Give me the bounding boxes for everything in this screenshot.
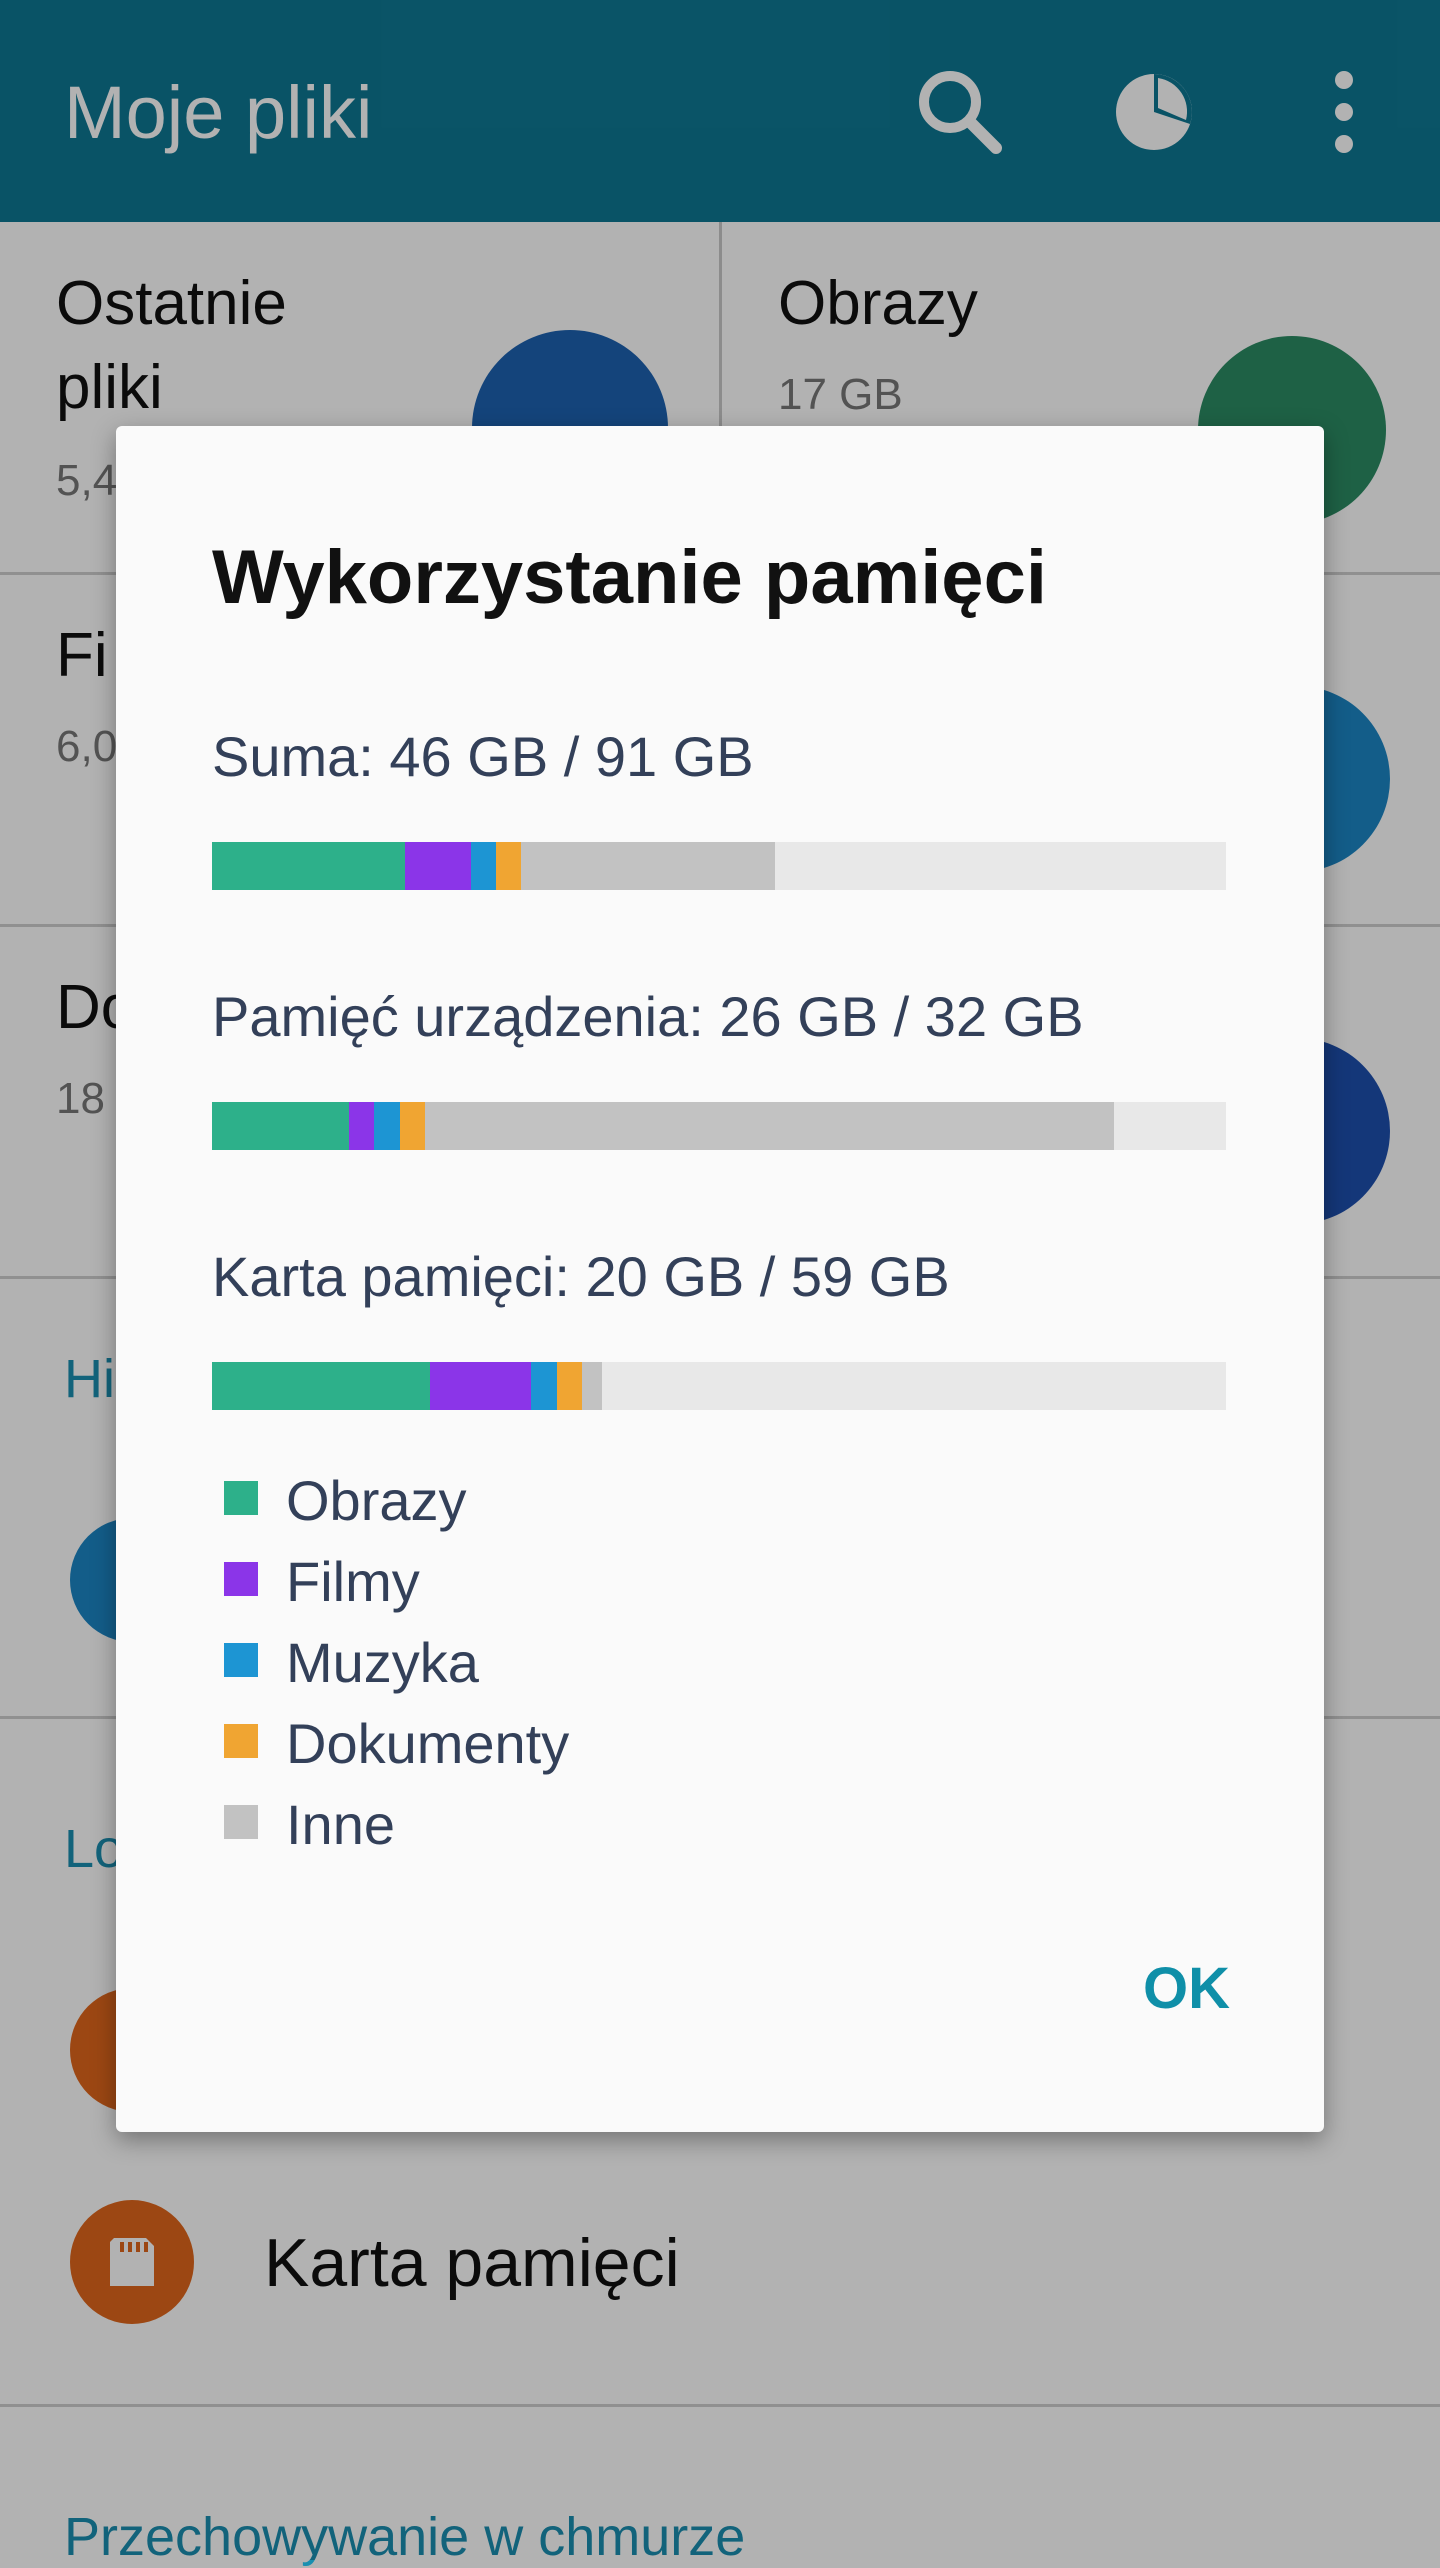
usage-segment-muzyka	[374, 1102, 400, 1150]
usage-segment-filmy	[430, 1362, 532, 1410]
legend-item-images: Obrazy	[224, 1460, 569, 1541]
usage-segment-inne	[424, 1102, 1115, 1150]
usage-segment-obrazy	[212, 842, 405, 890]
usage-segment-muzyka	[470, 842, 496, 890]
sd-card-usage-label: Karta pamięci: 20 GB / 59 GB	[212, 1245, 950, 1308]
legend-item-videos: Filmy	[224, 1541, 569, 1622]
legend-label: Inne	[286, 1793, 395, 1856]
legend-swatch	[224, 1642, 258, 1677]
usage-segment-obrazy	[212, 1102, 349, 1150]
device-usage-label: Pamięć urządzenia: 26 GB / 32 GB	[212, 985, 1084, 1048]
legend-swatch	[224, 1480, 258, 1515]
usage-segment-muzyka	[531, 1362, 557, 1410]
legend-swatch	[224, 1561, 258, 1596]
total-usage-bar	[212, 842, 1226, 890]
usage-segment-inne	[582, 1362, 603, 1410]
sd-card-usage-bar	[212, 1362, 1226, 1410]
usage-segment-dokumenty	[495, 842, 522, 890]
legend-swatch	[224, 1804, 258, 1839]
legend-label: Obrazy	[286, 1469, 467, 1532]
legend-item-documents: Dokumenty	[224, 1703, 569, 1784]
usage-segment-dokumenty	[556, 1362, 583, 1410]
usage-segment-filmy	[404, 842, 471, 890]
device-usage-bar	[212, 1102, 1226, 1150]
legend: Obrazy Filmy Muzyka Dokumenty Inne	[224, 1460, 569, 1865]
usage-segment-obrazy	[212, 1362, 430, 1410]
legend-swatch	[224, 1723, 258, 1758]
legend-label: Muzyka	[286, 1631, 479, 1694]
dialog-title: Wykorzystanie pamięci	[212, 535, 1047, 620]
usage-segment-inne	[521, 842, 775, 890]
legend-label: Dokumenty	[286, 1712, 570, 1775]
total-usage-label: Suma: 46 GB / 91 GB	[212, 725, 754, 788]
usage-segment-filmy	[348, 1102, 375, 1150]
storage-usage-dialog: Wykorzystanie pamięci Suma: 46 GB / 91 G…	[116, 426, 1324, 2132]
legend-label: Filmy	[286, 1550, 420, 1613]
usage-segment-dokumenty	[399, 1102, 425, 1150]
ok-button[interactable]: OK	[1143, 1955, 1230, 2022]
legend-item-other: Inne	[224, 1784, 569, 1865]
legend-item-music: Muzyka	[224, 1622, 569, 1703]
